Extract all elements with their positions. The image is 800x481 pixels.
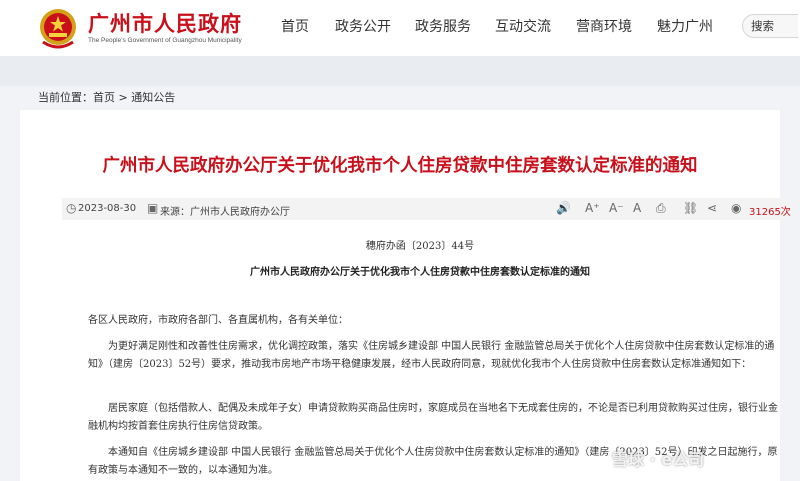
eye-icon: ◉ [731, 201, 742, 215]
breadcrumb: 当前位置：首页 > 通知公告 [38, 89, 175, 105]
audio-icon[interactable]: 🔊 [556, 201, 571, 215]
nav-charm-guangzhou[interactable]: 魅力广州 [657, 16, 713, 36]
breadcrumb-separator: > [115, 91, 132, 104]
header-band [0, 56, 800, 86]
article-title: 广州市人民政府办公厅关于优化我市个人住房贷款中住房套数认定标准的通知 [102, 156, 698, 176]
font-increase-icon[interactable]: A⁺ [585, 201, 600, 215]
breadcrumb-home[interactable]: 首页 [93, 91, 115, 104]
print-icon[interactable]: ⎙ [656, 201, 666, 216]
document-number: 穗府办函〔2023〕44号 [365, 241, 475, 252]
source-icon: ▣ [147, 201, 159, 215]
view-count: 31265次 [749, 207, 791, 218]
watermark: 雪球 · e公司 [612, 450, 705, 469]
font-decrease-icon[interactable]: A⁻ [609, 201, 624, 215]
link-icon[interactable]: ⛓ [683, 201, 698, 215]
main-nav: 首页 政务公开 政务服务 互动交流 营商环境 魅力广州 [0, 0, 800, 56]
search-button[interactable]: 搜索 [742, 14, 798, 38]
nav-interaction[interactable]: 互动交流 [495, 16, 551, 36]
share-icon[interactable]: ⋖ [707, 201, 717, 215]
paragraph-body-2: 居民家庭（包括借款人、配偶及未成年子女）申请贷款购买商品住房时，家庭成员在当地名… [88, 403, 778, 432]
nav-business-environment[interactable]: 营商环境 [576, 16, 632, 36]
nav-government-services[interactable]: 政务服务 [415, 16, 471, 36]
breadcrumb-prefix: 当前位置： [38, 91, 93, 104]
paragraph-salutation: 各区人民政府，市政府各部门、各直属机构，各有关单位： [88, 315, 348, 326]
nav-home[interactable]: 首页 [281, 16, 309, 36]
font-default-icon[interactable]: A [633, 201, 641, 215]
document-subtitle: 广州市人民政府办公厅关于优化我市个人住房贷款中住房套数认定标准的通知 [250, 267, 590, 278]
calendar-icon: ◷ [66, 201, 77, 215]
article-source: 来源：广州市人民政府办公厅 [160, 207, 290, 218]
breadcrumb-current[interactable]: 通知公告 [131, 91, 175, 104]
publish-date: 2023-08-30 [78, 203, 137, 214]
paragraph-body-1: 为更好满足刚性和改善性住房需求，优化调控政策，落实《住房城乡建设部 中国人民银行… [88, 341, 775, 370]
nav-government-affairs[interactable]: 政务公开 [335, 16, 391, 36]
